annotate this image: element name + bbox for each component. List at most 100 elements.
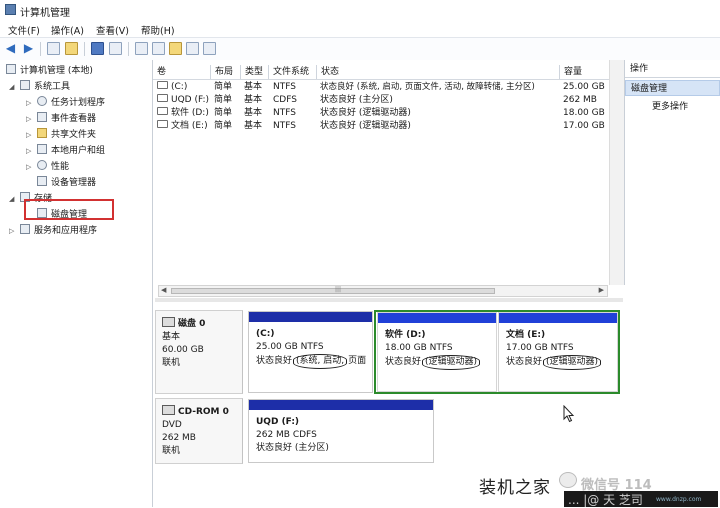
forward-arrow-icon[interactable]: ▶	[22, 42, 35, 55]
menu-view[interactable]: 查看(V)	[96, 23, 129, 37]
scroll-left-icon[interactable]: ◀	[161, 286, 166, 294]
logical-drive-bar	[378, 313, 496, 323]
partition-d[interactable]: 软件 (D:) 18.00 GB NTFS 状态良好 (逻辑驱动器)	[377, 312, 497, 392]
cd-rom-icon	[162, 405, 175, 415]
menu-file[interactable]: 文件(F)	[8, 23, 40, 37]
partition-e[interactable]: 文档 (E:) 17.00 GB NTFS 状态良好 (逻辑驱动器)	[498, 312, 618, 392]
partition-detail: 17.00 GB NTFS	[506, 343, 574, 353]
cdrom-0-info[interactable]: CD-ROM 0 DVD 262 MB 联机	[155, 398, 243, 464]
vol-status: 状态良好 (逻辑驱动器)	[320, 108, 411, 118]
search-icon[interactable]	[186, 42, 199, 55]
partition-f[interactable]: UQD (F:) 262 MB CDFS 状态良好 (主分区)	[248, 399, 434, 463]
disk-icon[interactable]	[152, 42, 165, 55]
scroll-thumb[interactable]	[171, 288, 495, 294]
tree-item-label: 服务和应用程序	[34, 226, 98, 236]
collapse-arrow-icon[interactable]: ◢	[9, 192, 17, 206]
col-header-capacity[interactable]: 容量	[560, 65, 612, 79]
vol-capacity: 262 MB	[563, 95, 597, 105]
show-hide-pane-icon[interactable]	[109, 42, 122, 55]
disk-management-highlight	[24, 199, 114, 220]
vol-name: 软件 (D:)	[171, 108, 209, 118]
status-text: 状态良好	[385, 357, 422, 367]
menu-action[interactable]: 操作(A)	[51, 23, 84, 37]
col-header-status[interactable]: 状态	[317, 65, 560, 79]
menu-help[interactable]: 帮助(H)	[141, 23, 175, 37]
window-title: 计算机管理	[20, 8, 70, 19]
watermark-url: www.dnzp.com	[656, 496, 702, 503]
header-divider	[153, 79, 611, 80]
computer-icon	[6, 64, 16, 74]
expand-arrow-icon[interactable]: ▷	[26, 160, 34, 174]
vol-type: 基本	[244, 108, 263, 118]
primary-partition-bar	[249, 400, 433, 410]
grid-view-icon[interactable]	[203, 42, 216, 55]
vol-layout: 简单	[214, 121, 233, 131]
toolbar-separator	[128, 42, 129, 56]
tree-item-device-manager[interactable]: 设备管理器	[37, 176, 96, 190]
tree-root-label: 计算机管理 (本地)	[20, 66, 93, 76]
expand-arrow-icon[interactable]: ▷	[26, 96, 34, 110]
tree-item-label: 系统工具	[34, 82, 71, 92]
disk-size: 262 MB	[162, 433, 196, 443]
actions-header: 操作	[625, 60, 720, 78]
col-header-volume[interactable]: 卷	[153, 65, 211, 79]
clock-icon	[37, 96, 47, 106]
up-folder-icon[interactable]	[47, 42, 60, 55]
toolbar: ◀ ▶	[0, 37, 720, 61]
disk-size: 60.00 GB	[162, 345, 204, 355]
status-circled: (逻辑驱动器)	[543, 355, 602, 370]
vol-type: 基本	[244, 95, 263, 105]
tree-item-shared-folders[interactable]: 共享文件夹	[37, 128, 96, 142]
partition-status: 状态良好 (逻辑驱动器)	[385, 355, 481, 370]
col-header-filesystem[interactable]: 文件系统	[269, 65, 317, 79]
status-text: 状态良好	[506, 357, 543, 367]
primary-partition-bar	[249, 312, 372, 322]
vol-status: 状态良好 (主分区)	[320, 95, 393, 105]
col-header-type[interactable]: 类型	[241, 65, 269, 79]
tree-item-services-apps[interactable]: 服务和应用程序	[20, 224, 97, 238]
vol-type: 基本	[244, 82, 263, 92]
vol-name: (C:)	[171, 82, 188, 92]
status-circled: (逻辑驱动器)	[422, 355, 481, 370]
partition-status: 状态良好 (系统, 启动, 页面	[256, 354, 366, 369]
expand-arrow-icon[interactable]: ▷	[26, 144, 34, 158]
tree-item-event-viewer[interactable]: 事件查看器	[37, 112, 96, 126]
mouse-cursor-icon	[563, 405, 575, 423]
expand-arrow-icon[interactable]: ▷	[9, 224, 17, 238]
tree-item-label: 事件查看器	[51, 114, 97, 124]
help-icon[interactable]	[91, 42, 104, 55]
vol-type: 基本	[244, 121, 263, 131]
toolbar-separator	[84, 42, 85, 56]
properties-icon[interactable]	[135, 42, 148, 55]
expand-arrow-icon[interactable]: ▷	[26, 112, 34, 126]
device-manager-icon	[37, 176, 47, 186]
tree-root[interactable]: 计算机管理 (本地)	[6, 64, 93, 78]
col-header-layout[interactable]: 布局	[211, 65, 241, 79]
expand-arrow-icon[interactable]: ▷	[26, 128, 34, 142]
vertical-scrollbar[interactable]	[609, 60, 624, 285]
event-viewer-icon	[37, 112, 47, 122]
vol-status: 状态良好 (系统, 启动, 页面文件, 活动, 故障转储, 主分区)	[320, 82, 535, 92]
more-actions-link[interactable]: 更多操作	[652, 101, 688, 114]
tree-item-task-scheduler[interactable]: 任务计划程序	[37, 96, 105, 110]
open-folder-icon[interactable]	[169, 42, 182, 55]
tree-item-system-tools[interactable]: 系统工具	[20, 80, 70, 94]
scroll-right-icon[interactable]: ▶	[599, 286, 604, 294]
collapse-arrow-icon[interactable]: ◢	[9, 80, 17, 94]
vol-fs: NTFS	[273, 108, 296, 118]
partition-status: 状态良好 (主分区)	[256, 443, 329, 453]
horizontal-scrollbar[interactable]: ◀ ||| ▶	[158, 285, 608, 297]
disk-0-info[interactable]: 磁盘 0 基本 60.00 GB 联机	[155, 310, 243, 394]
tree-item-local-users-groups[interactable]: 本地用户和组	[37, 144, 105, 158]
tree-item-performance[interactable]: 性能	[37, 160, 69, 174]
tree-item-label: 任务计划程序	[51, 98, 106, 108]
actions-disk-management[interactable]: 磁盘管理	[625, 80, 720, 96]
drive-icon	[157, 107, 168, 115]
status-circled: (系统, 启动,	[293, 354, 348, 369]
partition-c[interactable]: (C:) 25.00 GB NTFS 状态良好 (系统, 启动, 页面	[248, 311, 373, 393]
console-tree-icon[interactable]	[65, 42, 78, 55]
title-bar: 计算机管理	[0, 0, 720, 21]
status-rest: 页面	[348, 356, 367, 366]
back-arrow-icon[interactable]: ◀	[4, 42, 17, 55]
tree-item-label: 本地用户和组	[51, 146, 106, 156]
